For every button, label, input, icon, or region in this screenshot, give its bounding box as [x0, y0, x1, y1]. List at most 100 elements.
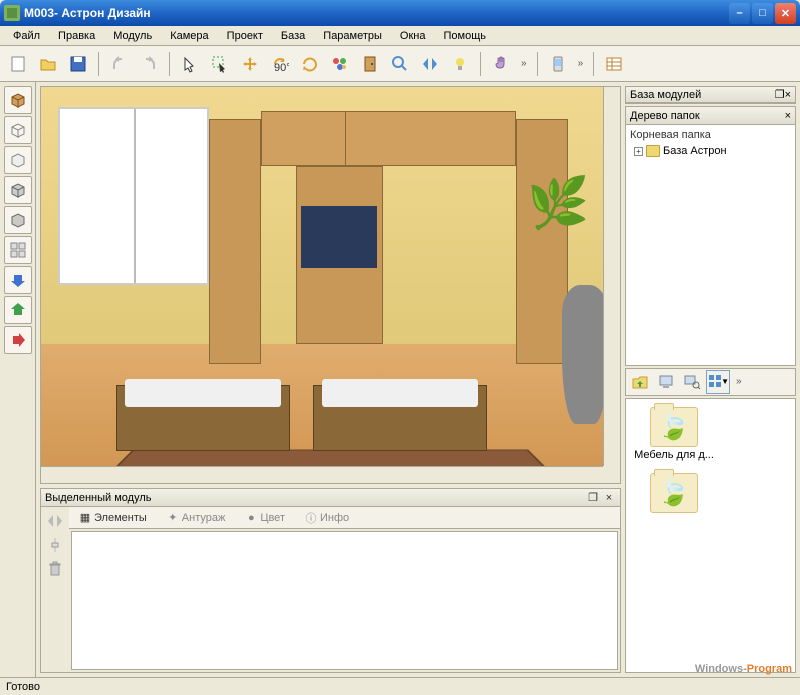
- separator: [537, 52, 538, 76]
- arrow-right-button[interactable]: [4, 326, 32, 354]
- grid-icon: ▦: [79, 512, 91, 524]
- tree-item-label: База Астрон: [663, 145, 727, 157]
- file-browser: 🍃 Мебель для д... 🍃: [625, 398, 796, 674]
- leaf-icon: 🍃: [658, 411, 690, 442]
- view-flat-button[interactable]: [4, 146, 32, 174]
- arrow-down-button[interactable]: [4, 266, 32, 294]
- leaf-icon: 🍃: [658, 477, 690, 508]
- panel-title-tree: Дерево папок: [630, 110, 785, 122]
- expand-icon[interactable]: +: [634, 147, 643, 156]
- tab-entourage[interactable]: ✦Антураж: [161, 510, 232, 526]
- separator: [593, 52, 594, 76]
- maximize-button[interactable]: □: [752, 3, 773, 24]
- folder-item[interactable]: 🍃 Мебель для д...: [634, 407, 714, 461]
- module-content-area: [71, 531, 618, 670]
- tree-root-label[interactable]: Корневая папка: [630, 129, 791, 141]
- tree-item-base[interactable]: + База Астрон: [630, 144, 791, 158]
- titlebar: M003- Астрон Дизайн – □ ✕: [0, 0, 800, 26]
- grid-button[interactable]: [4, 236, 32, 264]
- redo-button[interactable]: [135, 50, 163, 78]
- svg-text:90°: 90°: [274, 62, 289, 73]
- separator: [169, 52, 170, 76]
- mirror-toggle-button[interactable]: [45, 511, 65, 531]
- view-3d-button[interactable]: [4, 176, 32, 204]
- menu-project[interactable]: Проект: [218, 28, 272, 44]
- delete-button[interactable]: [45, 559, 65, 579]
- browser-toolbar: ▼ »: [625, 368, 796, 396]
- toolbar-more-2[interactable]: »: [574, 58, 588, 69]
- panel-title: Выделенный модуль: [45, 492, 584, 504]
- tab-elements[interactable]: ▦Элементы: [73, 510, 153, 526]
- panel-close-button[interactable]: ×: [785, 110, 791, 122]
- statusbar: Готово: [0, 677, 800, 695]
- undo-button[interactable]: [105, 50, 133, 78]
- info-icon: ⓘ: [305, 512, 317, 524]
- door-button[interactable]: [356, 50, 384, 78]
- panel-title-base: База модулей: [630, 89, 775, 101]
- select-button[interactable]: [176, 50, 204, 78]
- menu-camera[interactable]: Камера: [161, 28, 217, 44]
- zoom-button[interactable]: [386, 50, 414, 78]
- circle-icon: ●: [245, 512, 257, 524]
- toolbar-more-1[interactable]: »: [517, 58, 531, 69]
- menu-module[interactable]: Модуль: [104, 28, 161, 44]
- arrow-up-button[interactable]: [4, 296, 32, 324]
- computer-button[interactable]: [654, 370, 678, 394]
- menu-file[interactable]: Файл: [4, 28, 49, 44]
- folder-icon: 🍃: [650, 473, 698, 513]
- menu-parameters[interactable]: Параметры: [314, 28, 391, 44]
- window-title: M003- Астрон Дизайн: [24, 6, 729, 20]
- light-button[interactable]: [446, 50, 474, 78]
- view-button[interactable]: ▼: [706, 370, 730, 394]
- view-transparent-button[interactable]: [4, 206, 32, 234]
- panel-close-button[interactable]: ×: [785, 89, 791, 101]
- folder-icon: [646, 145, 660, 157]
- separator: [98, 52, 99, 76]
- folder-icon: 🍃: [650, 407, 698, 447]
- rotate-button[interactable]: [296, 50, 324, 78]
- panel-close-button[interactable]: ×: [602, 491, 616, 505]
- panel-float-button[interactable]: ❐: [586, 491, 600, 505]
- up-folder-button[interactable]: [628, 370, 652, 394]
- hand-button[interactable]: [487, 50, 515, 78]
- slider-button[interactable]: [45, 535, 65, 555]
- tab-color[interactable]: ●Цвет: [239, 510, 291, 526]
- app-icon: [4, 5, 20, 21]
- minimize-button[interactable]: –: [729, 3, 750, 24]
- search-button[interactable]: [680, 370, 704, 394]
- menubar: Файл Правка Модуль Камера Проект База Па…: [0, 26, 800, 46]
- folder-item[interactable]: 🍃: [634, 473, 714, 515]
- panel-float-button[interactable]: ❐: [775, 88, 785, 101]
- new-button[interactable]: [4, 50, 32, 78]
- selected-module-panel: Выделенный модуль ❐ × ▦Элементы ✦Антураж…: [40, 488, 621, 673]
- status-text: Готово: [6, 681, 40, 693]
- viewport-scroll-v[interactable]: [603, 87, 620, 466]
- separator: [480, 52, 481, 76]
- close-button[interactable]: ✕: [775, 3, 796, 24]
- select-area-button[interactable]: [206, 50, 234, 78]
- mirror-button[interactable]: [416, 50, 444, 78]
- tab-info[interactable]: ⓘИнфо: [299, 510, 355, 526]
- viewport-scroll-h[interactable]: [41, 466, 603, 483]
- star-icon: ✦: [167, 512, 179, 524]
- scene-render: [41, 87, 620, 483]
- main-toolbar: 90° » »: [0, 46, 800, 82]
- open-button[interactable]: [34, 50, 62, 78]
- folder-tree: Корневая папка + База Астрон: [626, 125, 795, 365]
- table-button[interactable]: [600, 50, 628, 78]
- view-wire-button[interactable]: [4, 116, 32, 144]
- menu-windows[interactable]: Окна: [391, 28, 435, 44]
- menu-edit[interactable]: Правка: [49, 28, 104, 44]
- view-solid-button[interactable]: [4, 86, 32, 114]
- color-button[interactable]: [326, 50, 354, 78]
- phone-button[interactable]: [544, 50, 572, 78]
- 3d-viewport[interactable]: [40, 86, 621, 484]
- menu-help[interactable]: Помощь: [434, 28, 495, 44]
- move-button[interactable]: [236, 50, 264, 78]
- menu-base[interactable]: База: [272, 28, 314, 44]
- browser-more[interactable]: »: [732, 376, 746, 387]
- rotate-90-button[interactable]: 90°: [266, 50, 294, 78]
- save-button[interactable]: [64, 50, 92, 78]
- folder-label: Мебель для д...: [634, 449, 714, 461]
- left-toolbar: [0, 82, 36, 677]
